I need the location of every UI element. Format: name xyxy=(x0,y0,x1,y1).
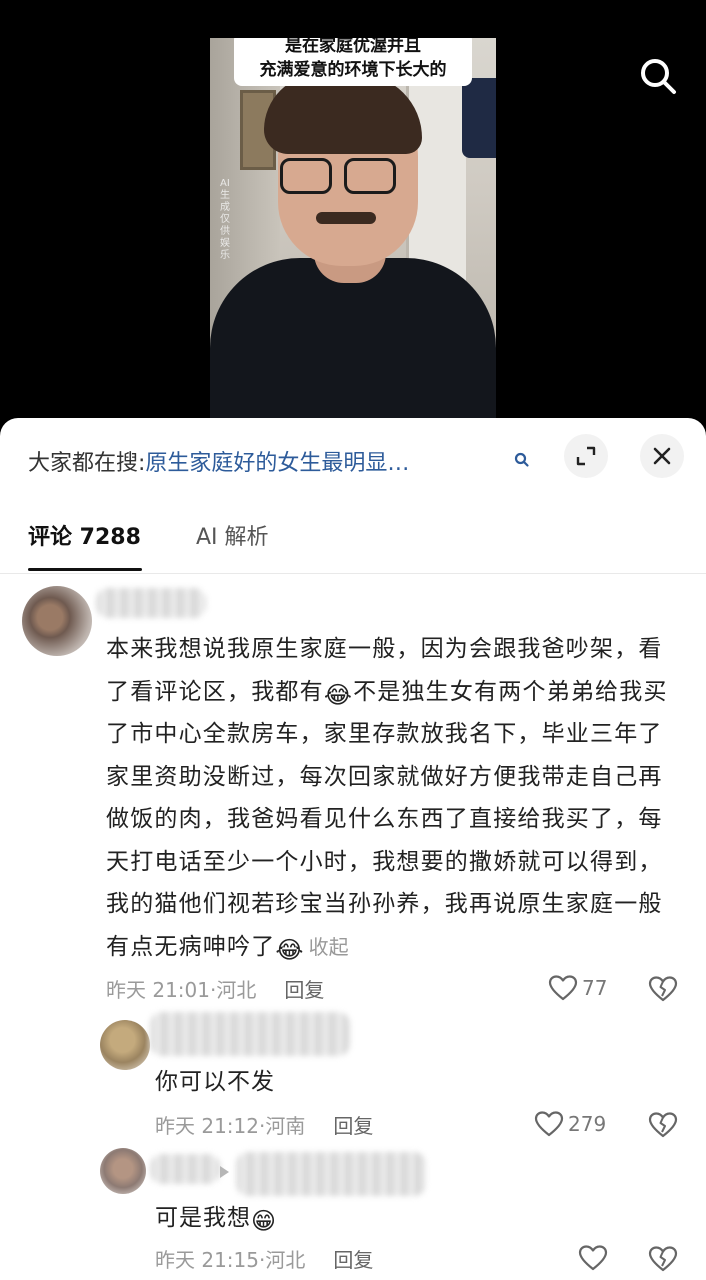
reply-time-location: 昨天 21:15·河北 xyxy=(155,1248,306,1272)
expand-icon xyxy=(576,446,596,466)
like-button[interactable]: 279 xyxy=(534,1110,606,1138)
comment-sheet: 大家都在搜:原生家庭好的女生最明显… 评论 7288 AI 解析 本来我想说我原… xyxy=(0,418,706,1280)
active-tab-indicator xyxy=(28,568,142,571)
reply-button[interactable]: 回复 xyxy=(333,1248,373,1272)
like-count: 77 xyxy=(582,976,608,1000)
broken-heart-icon[interactable] xyxy=(648,974,678,1004)
comment-text[interactable]: 本来我想说我原生家庭一般，因为会跟我爸吵架，看了看评论区，我都有😂不是独生女有两… xyxy=(106,628,682,968)
comment-time-location: 昨天 21:01·河北 xyxy=(106,978,257,1002)
heart-icon xyxy=(534,1111,564,1137)
reply-time-location: 昨天 21:12·河南 xyxy=(155,1114,306,1138)
search-suggestion-query[interactable]: 原生家庭好的女生最明显… xyxy=(145,451,409,476)
tab-bar: 评论 7288 AI 解析 xyxy=(0,514,706,574)
search-button[interactable] xyxy=(636,54,680,98)
avatar[interactable] xyxy=(22,586,92,656)
username-blurred[interactable] xyxy=(150,1154,220,1184)
video-caption: 是在家庭优渥并且 充满爱意的环境下长大的 xyxy=(234,38,472,86)
comment-text-part2: 不是独生女有两个弟弟给我买了市中心全款房车，家里存款放我名下，毕业三年了家里资助… xyxy=(106,678,668,960)
laughing-emoji-icon: 😂 xyxy=(323,680,354,709)
search-icon xyxy=(641,59,676,94)
username-blurred[interactable] xyxy=(150,1012,350,1056)
reply-button[interactable]: 回复 xyxy=(284,978,324,1002)
video-caption-line2: 充满爱意的环境下长大的 xyxy=(259,60,447,80)
search-suggestion-prefix: 大家都在搜: xyxy=(28,451,146,476)
collapse-link[interactable]: 收起 xyxy=(309,935,349,959)
video-frame[interactable]: 是在家庭优渥并且 充满爱意的环境下长大的 AI生成 仅供娱乐 xyxy=(210,38,496,420)
reply-meta: 昨天 21:12·河南 回复 xyxy=(155,1112,373,1140)
video-person-hair xyxy=(264,74,422,154)
broken-heart-icon[interactable] xyxy=(648,1244,678,1274)
heart-icon xyxy=(548,975,578,1001)
like-button[interactable] xyxy=(578,1244,612,1272)
grinning-emoji-icon: 😁 xyxy=(251,1207,278,1235)
laughing-emoji-icon: 😂 xyxy=(275,935,305,964)
reply-to-arrow-icon xyxy=(220,1166,229,1178)
search-suggestion[interactable]: 大家都在搜:原生家庭好的女生最明显… xyxy=(28,448,498,480)
video-person-mustache xyxy=(316,212,376,224)
avatar[interactable] xyxy=(100,1020,150,1070)
search-icon[interactable] xyxy=(512,450,532,470)
reply-text[interactable]: 可是我想😁 xyxy=(155,1202,277,1234)
video-background-object xyxy=(462,78,496,158)
like-count: 279 xyxy=(568,1112,607,1136)
sheet-header: 大家都在搜:原生家庭好的女生最明显… xyxy=(0,418,706,506)
username-blurred[interactable] xyxy=(96,588,206,618)
tab-ai-analysis[interactable]: AI 解析 xyxy=(196,522,269,554)
expand-button[interactable] xyxy=(564,434,608,478)
video-player[interactable]: 是在家庭优渥并且 充满爱意的环境下长大的 AI生成 仅供娱乐 xyxy=(0,0,706,440)
heart-icon xyxy=(578,1245,608,1271)
video-person-glasses xyxy=(280,158,400,198)
tab-comments[interactable]: 评论 7288 xyxy=(28,522,141,554)
video-caption-line1: 是在家庭优渥并且 xyxy=(285,38,421,56)
reply-button[interactable]: 回复 xyxy=(333,1114,373,1138)
like-button[interactable]: 77 xyxy=(548,974,607,1002)
close-button[interactable] xyxy=(640,434,684,478)
reply-text[interactable]: 你可以不发 xyxy=(155,1066,275,1098)
ai-generated-label: AI生成 仅供娱乐 xyxy=(220,178,230,261)
reply-text-content: 可是我想 xyxy=(155,1205,251,1231)
broken-heart-icon[interactable] xyxy=(648,1110,678,1140)
reply-meta: 昨天 21:15·河北 回复 xyxy=(155,1246,373,1274)
comment-meta: 昨天 21:01·河北 回复 xyxy=(106,976,324,1004)
close-icon xyxy=(653,447,671,465)
reply-to-username-blurred[interactable] xyxy=(236,1152,426,1196)
avatar[interactable] xyxy=(100,1148,146,1194)
